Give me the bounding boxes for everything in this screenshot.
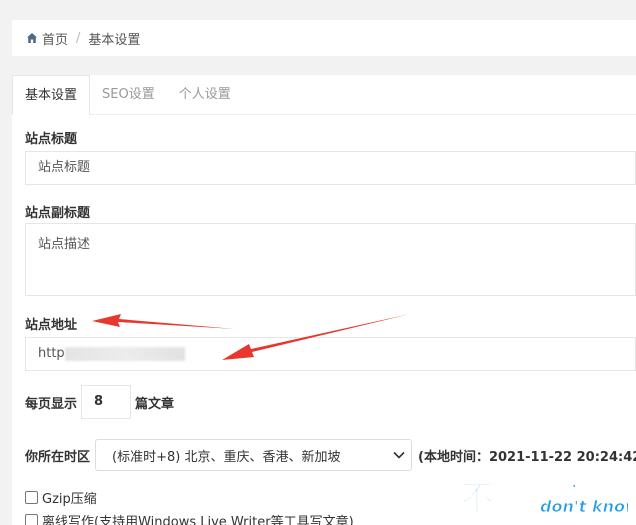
offline-writing-label: 离线写作(支持用Windows Live Writer等工具写文章)	[42, 515, 354, 525]
svg-text:不懂: 不懂	[460, 479, 528, 519]
home-icon	[27, 33, 37, 43]
watermark-logo: 不懂 爱帮助·爱分享 don't know	[458, 470, 636, 520]
tab-basic-settings[interactable]: 基本设置	[12, 75, 91, 115]
site-subtitle-textarea[interactable]: 站点描述	[25, 223, 636, 296]
chevron-down-icon	[393, 451, 405, 459]
site-url-label: 站点地址	[25, 318, 78, 333]
svg-text:don't know: don't know	[540, 497, 628, 516]
per-page-suffix: 篇文章	[135, 397, 175, 412]
tab-personal-settings[interactable]: 个人设置	[167, 75, 243, 115]
site-subtitle-label: 站点副标题	[25, 206, 91, 221]
settings-card: 基本设置 SEO设置 个人设置 站点标题 站点标题 站点副标题 站点描述 站点地…	[12, 75, 636, 525]
gzip-option[interactable]: Gzip压缩	[25, 488, 97, 507]
svg-text:爱帮助·爱分享: 爱帮助·爱分享	[536, 478, 613, 493]
timezone-select[interactable]: (标准时+8) 北京、重庆、香港、新加坡	[95, 439, 412, 471]
tab-bar: 基本设置 SEO设置 个人设置	[12, 75, 636, 115]
site-title-label: 站点标题	[25, 132, 78, 147]
per-page-label: 每页显示	[25, 397, 78, 412]
timezone-selected-value: (标准时+8) 北京、重庆、香港、新加坡	[112, 449, 341, 465]
local-time-text: (本地时间：2021-11-22 20:24:42)	[418, 450, 636, 465]
site-title-input[interactable]: 站点标题	[25, 151, 636, 185]
breadcrumb-separator: /	[76, 30, 81, 46]
timezone-label: 你所在时区	[25, 450, 91, 465]
site-url-input[interactable]: http	[25, 337, 636, 371]
tab-seo-settings[interactable]: SEO设置	[90, 75, 167, 115]
per-page-input[interactable]: 8	[81, 385, 131, 419]
offline-writing-option[interactable]: 离线写作(支持用Windows Live Writer等工具写文章)	[25, 511, 354, 525]
redacted-url-blur	[64, 346, 185, 361]
breadcrumb-home-link[interactable]: 首页	[42, 29, 68, 48]
gzip-label: Gzip压缩	[42, 492, 97, 507]
breadcrumb: 首页 / 基本设置	[12, 20, 636, 56]
breadcrumb-current: 基本设置	[88, 32, 141, 48]
site-url-value: http	[38, 346, 65, 361]
gzip-checkbox[interactable]	[25, 491, 38, 504]
offline-writing-checkbox[interactable]	[25, 514, 38, 525]
